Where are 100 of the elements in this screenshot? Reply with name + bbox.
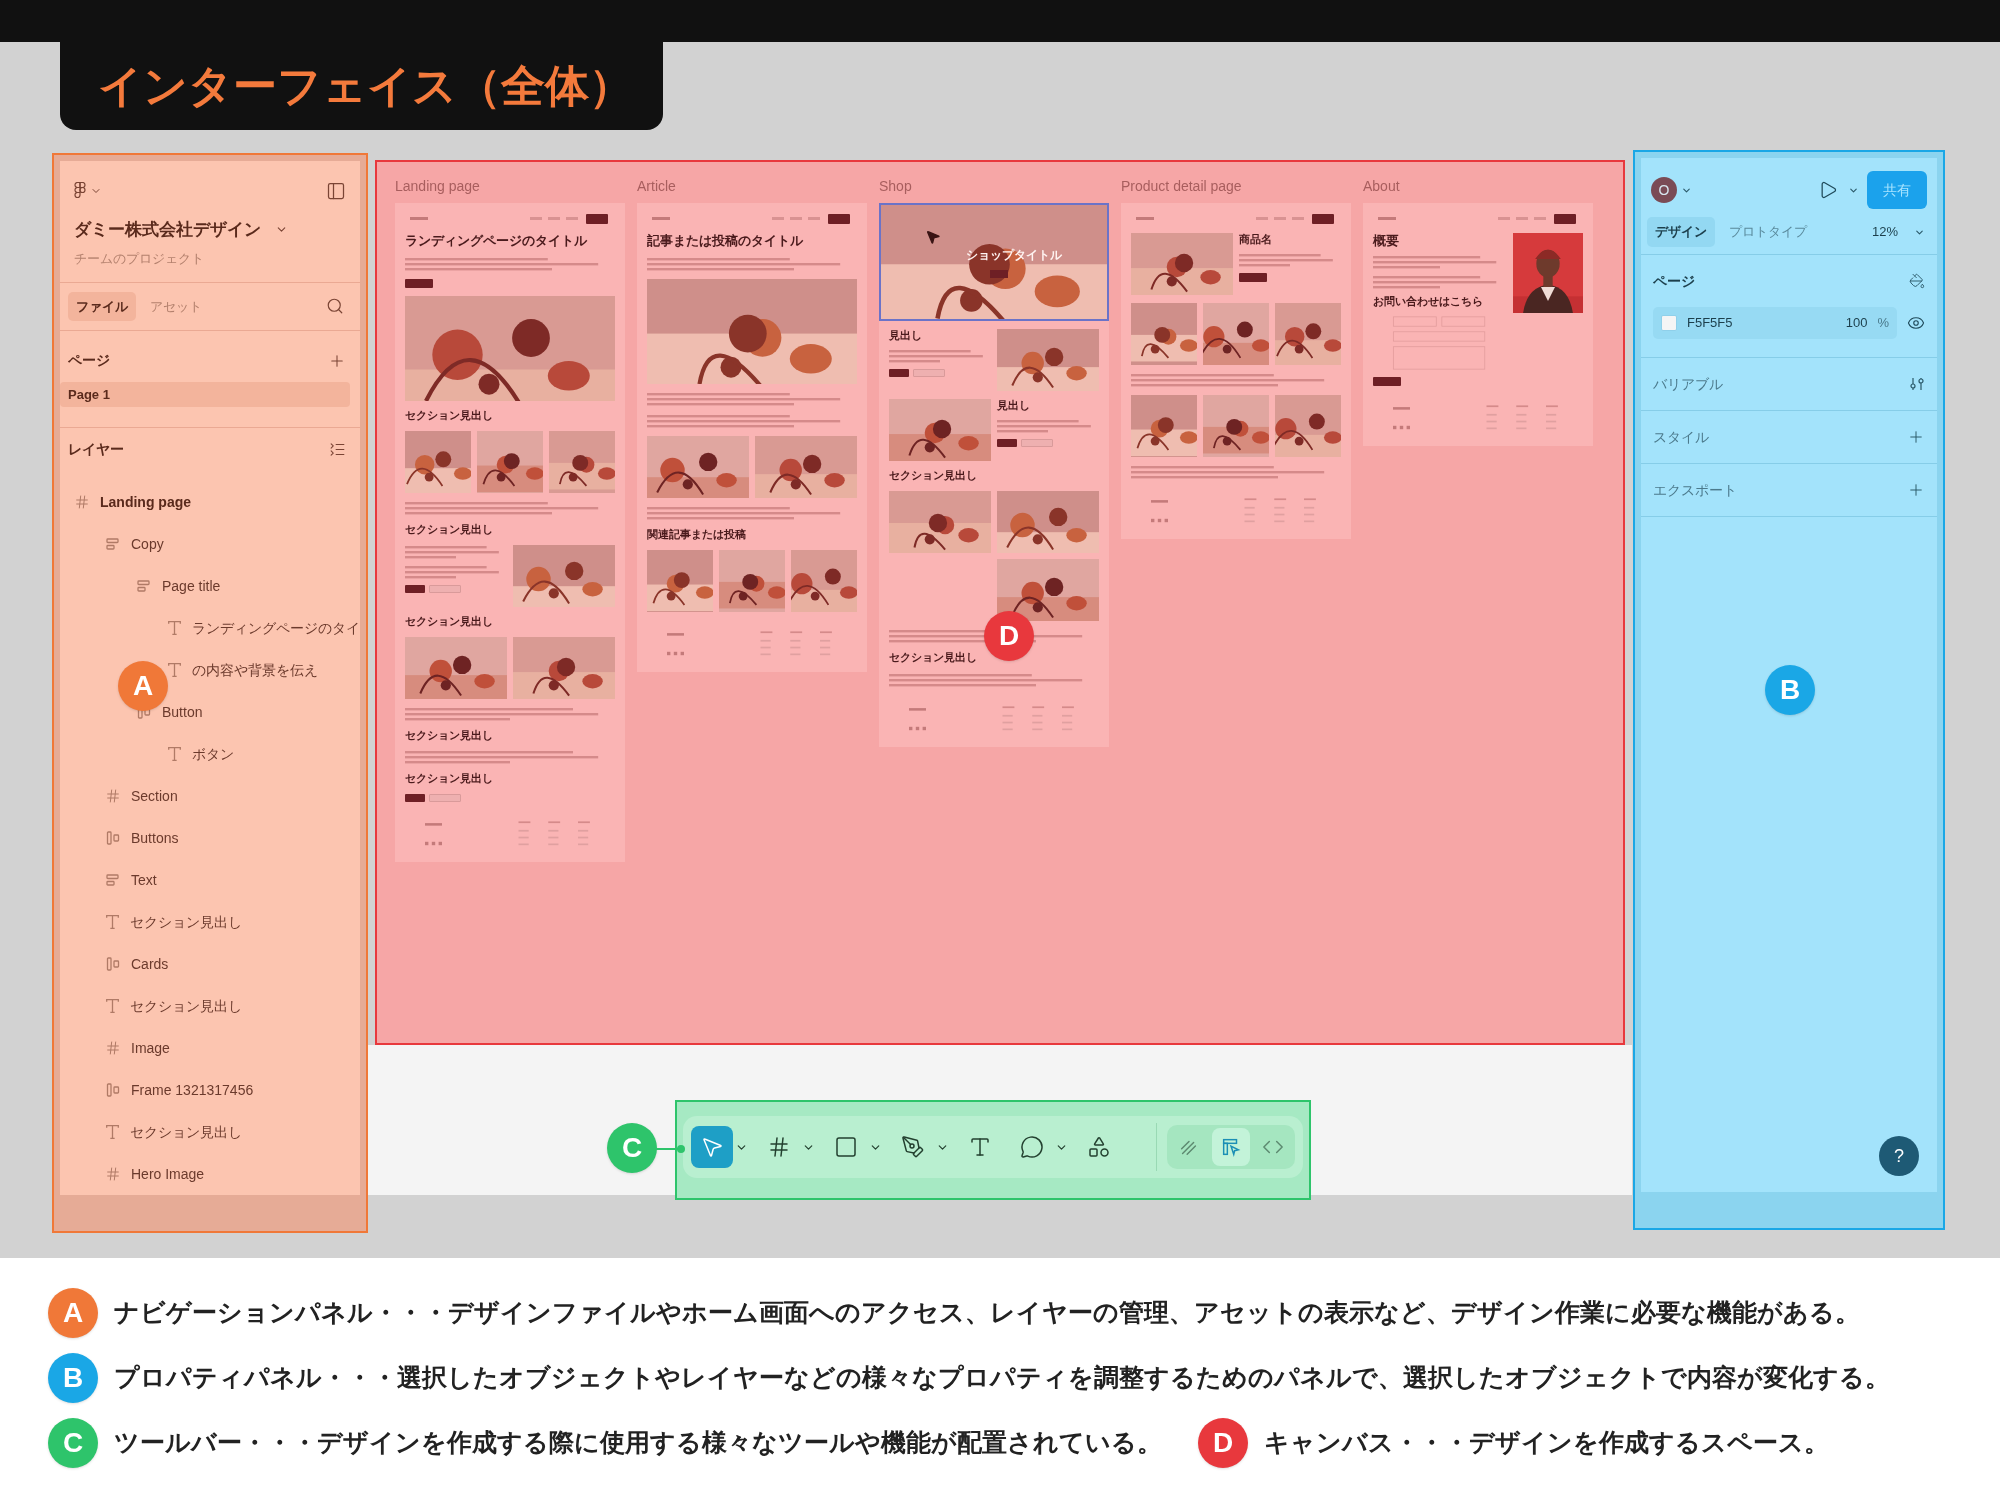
section-heading: 見出し [997, 399, 1030, 413]
search-icon[interactable] [326, 297, 344, 316]
text-icon [168, 663, 181, 677]
layer-name[interactable]: Image [131, 1037, 170, 1059]
color-swatch[interactable] [1661, 315, 1677, 331]
mock-button [405, 584, 425, 593]
shapes-icon [1087, 1135, 1111, 1159]
section-heading: 関連記事または投稿 [647, 528, 746, 542]
layer-name[interactable]: の内容や背景を伝え [192, 659, 318, 681]
panel-tab[interactable]: デザイン [1647, 217, 1715, 247]
legend-text: ナビゲーションパネル・・・デザインファイルやホーム画面へのアクセス、レイヤーの管理、アセットの表示など、デザイン作業に必要な機能がある。 [114, 1297, 1860, 1329]
section-heading: 見出し [889, 329, 922, 343]
layer-name[interactable]: ランディングページのタイ [192, 617, 360, 639]
collapse-list-icon[interactable] [329, 440, 346, 458]
logo-icon[interactable] [74, 182, 86, 200]
layer-name[interactable]: Page title [162, 575, 221, 597]
page-frame[interactable]: ランディングページのタイトル セクション見出し セクション見出し セクション見出し セクション見出し セクション見出し [395, 203, 625, 862]
frame-icon [105, 1040, 121, 1056]
section-title: エクスポート [1653, 480, 1737, 500]
mock-button [429, 794, 461, 802]
page-frame[interactable]: 記事または投稿のタイトル 関連記事または投稿 [637, 203, 867, 672]
frame-icon [105, 1166, 121, 1182]
layer-name[interactable]: セクション見出し [130, 1121, 242, 1143]
frame-icon [74, 494, 90, 510]
layer-name[interactable]: Cards [131, 953, 169, 975]
sidebar-toggle-icon[interactable] [326, 181, 346, 201]
zoom-level[interactable]: 12% [1871, 222, 1898, 242]
hero-banner[interactable]: ショップタイトル [879, 203, 1109, 321]
color-value: F5F5F5 [1687, 314, 1733, 333]
stack-icon [136, 578, 152, 594]
frame-icon [767, 1135, 791, 1159]
page-frame[interactable]: 商品名 [1121, 203, 1351, 539]
layer-name[interactable]: Buttons [131, 827, 179, 849]
section-title: ページ [68, 351, 110, 371]
eye-icon[interactable] [1907, 314, 1925, 332]
color-field[interactable]: F5F5F5 100 % [1653, 307, 1897, 339]
cursor-icon [925, 229, 941, 245]
help-button[interactable]: ? [1879, 1136, 1919, 1176]
page-item[interactable]: Page 1 [60, 382, 350, 407]
stack-icon [105, 536, 121, 552]
mode-button[interactable] [1212, 1128, 1250, 1166]
layer-name[interactable]: Text [131, 869, 157, 891]
mock-button [990, 270, 1008, 278]
section-title: ページ [1653, 271, 1695, 291]
mock-button [429, 584, 461, 593]
pointer-icon [700, 1135, 724, 1159]
hero-title: ショップタイトル [966, 247, 1062, 264]
layer-name[interactable]: Landing page [100, 491, 191, 513]
legend-text: ツールバー・・・デザインを作成する際に使用する様々なツールや機能が配置されている。 [114, 1427, 1162, 1459]
avatar[interactable]: O [1651, 177, 1677, 203]
columns-icon [105, 830, 121, 846]
layer-name[interactable]: セクション見出し [130, 911, 242, 933]
layer-name[interactable]: Section [131, 785, 178, 807]
section-heading: セクション見出し [405, 614, 493, 629]
text-icon [106, 915, 119, 929]
columns-icon [105, 956, 121, 972]
page-heading: 概要 [1373, 233, 1400, 250]
letter-badge: A [48, 1288, 98, 1338]
mock-button [889, 368, 909, 377]
legend-text: キャンバス・・・デザインを作成するスペース。 [1264, 1427, 1829, 1459]
legend-text: プロパティパネル・・・選択したオブジェクトやレイヤーなどの様々なプロパティを調整するためのパネルで、選択したオブジェクトで内容が変化する。 [114, 1362, 1890, 1394]
text-icon [106, 1125, 119, 1139]
section-heading: セクション見出し [405, 728, 493, 743]
percent-sign: % [1877, 314, 1889, 333]
columns-icon [105, 1082, 121, 1098]
section-heading: セクション見出し [889, 469, 977, 483]
letter-badge: C [48, 1418, 98, 1468]
mock-button [1373, 377, 1401, 386]
mock-button [1239, 272, 1267, 282]
section-heading: 商品名 [1239, 233, 1272, 247]
section-title: バリアブル [1653, 374, 1723, 394]
page-heading: ランディングページのタイトル [405, 233, 588, 250]
page-heading: 記事または投稿のタイトル [647, 233, 804, 250]
comment-icon [1020, 1135, 1044, 1159]
stack-icon [105, 872, 121, 888]
frame-icon [105, 788, 121, 804]
letter-badge: D [1198, 1418, 1248, 1468]
mock-button [1021, 438, 1053, 447]
mock-button [913, 368, 945, 377]
text-icon [968, 1135, 992, 1159]
text-icon [168, 621, 181, 635]
page-frame[interactable]: 概要 お問い合わせはこちら [1363, 203, 1593, 446]
layer-name[interactable]: Copy [131, 533, 164, 555]
paint-bucket-icon[interactable] [1909, 273, 1925, 289]
sliders-icon[interactable] [1909, 376, 1925, 392]
design-mode-icon [1220, 1136, 1242, 1158]
layer-name[interactable]: Hero Image [131, 1163, 205, 1185]
section-heading: セクション見出し [405, 409, 493, 423]
text-icon [106, 999, 119, 1013]
layer-name[interactable]: ボタン [192, 743, 234, 765]
team-name[interactable]: ダミー株式会社デザイン [74, 217, 261, 243]
section-title: レイヤー [68, 439, 124, 459]
mock-button [405, 794, 425, 802]
mock-button [997, 438, 1017, 447]
section-title: スタイル [1653, 427, 1709, 447]
layer-name[interactable]: セクション見出し [130, 995, 242, 1017]
panel-tab[interactable]: ファイル [68, 291, 136, 322]
layer-name[interactable]: Frame 1321317456 [131, 1079, 254, 1101]
section-heading: セクション見出し [889, 650, 977, 665]
mock-button [405, 279, 433, 289]
